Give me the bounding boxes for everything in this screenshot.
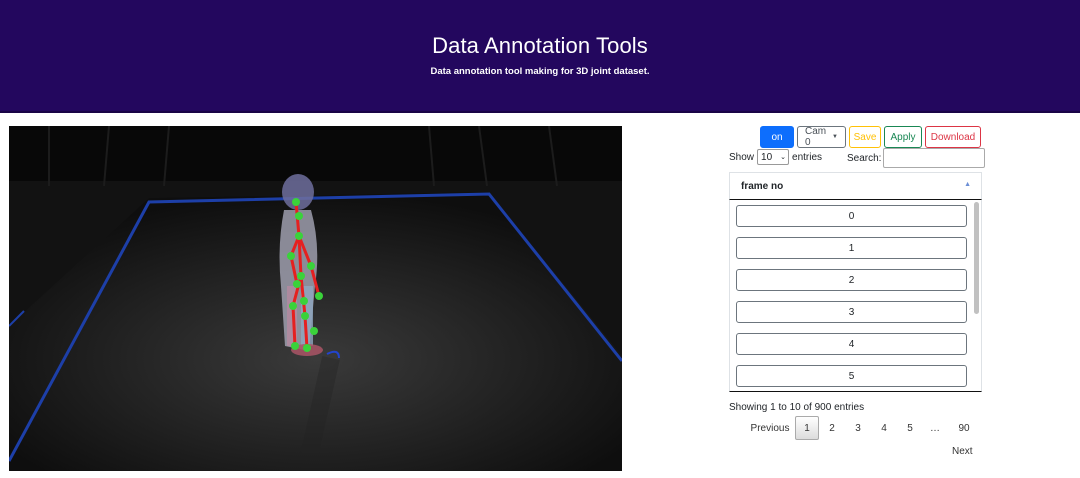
- frame-row-button[interactable]: 1: [736, 237, 967, 259]
- table-search: Search:: [847, 148, 986, 168]
- entries-select-value: 10: [761, 151, 773, 163]
- page-subtitle: Data annotation tool making for 3D joint…: [430, 66, 650, 77]
- on-toggle-button[interactable]: on: [760, 126, 794, 148]
- page-button-2[interactable]: 2: [819, 416, 845, 440]
- entries-length-control: Show 10 ⌄ entries: [729, 149, 822, 165]
- frame-row-button[interactable]: 0: [736, 205, 967, 227]
- download-button[interactable]: Download: [925, 126, 981, 148]
- page-button-4[interactable]: 4: [871, 416, 897, 440]
- column-header-label: frame no: [741, 180, 784, 192]
- table-info: Showing 1 to 10 of 900 entries: [729, 402, 865, 413]
- page-title: Data Annotation Tools: [432, 33, 648, 58]
- 3d-viewer-canvas[interactable]: [9, 126, 622, 471]
- sort-ascending-icon: ▲: [964, 181, 971, 188]
- point-cloud-render: [9, 126, 622, 471]
- save-button[interactable]: Save: [849, 126, 881, 148]
- apply-button[interactable]: Apply: [884, 126, 922, 148]
- page-button-5[interactable]: 5: [897, 416, 923, 440]
- table-body: 0 1 2 3 4 5: [729, 200, 982, 392]
- frame-row-button[interactable]: 5: [736, 365, 967, 387]
- previous-page-button[interactable]: Previous: [745, 416, 795, 440]
- entries-label: entries: [792, 151, 823, 163]
- search-input[interactable]: [883, 148, 986, 168]
- page-button-3[interactable]: 3: [845, 416, 871, 440]
- camera-dropdown-label: Cam 0: [805, 126, 827, 148]
- pagination-ellipsis: …: [930, 422, 940, 434]
- page-button-1[interactable]: 1: [795, 416, 819, 440]
- entries-select[interactable]: 10 ⌄: [757, 149, 790, 165]
- camera-dropdown-button[interactable]: Cam 0 ▼: [797, 126, 846, 148]
- page-button-90[interactable]: 90: [947, 416, 981, 440]
- toolbar: on Cam 0 ▼ Save Apply Download: [760, 126, 981, 148]
- app-header: Data Annotation Tools Data annotation to…: [0, 0, 1080, 113]
- pagination: Previous 1 2 3 4 5 … 90: [745, 416, 981, 440]
- show-label: Show: [729, 151, 755, 163]
- frame-row-button[interactable]: 2: [736, 269, 967, 291]
- frame-row-button[interactable]: 3: [736, 301, 967, 323]
- table-scrollbar[interactable]: [974, 202, 979, 314]
- frame-table: frame no ▲ 0 1 2 3 4 5: [729, 172, 982, 394]
- frame-row-button[interactable]: 4: [736, 333, 967, 355]
- chevron-down-icon: ▼: [832, 134, 838, 140]
- column-header-frame-no[interactable]: frame no ▲: [729, 172, 982, 200]
- next-page-button[interactable]: Next: [952, 446, 973, 457]
- chevron-down-icon: ⌄: [780, 154, 787, 161]
- search-label: Search:: [847, 152, 882, 164]
